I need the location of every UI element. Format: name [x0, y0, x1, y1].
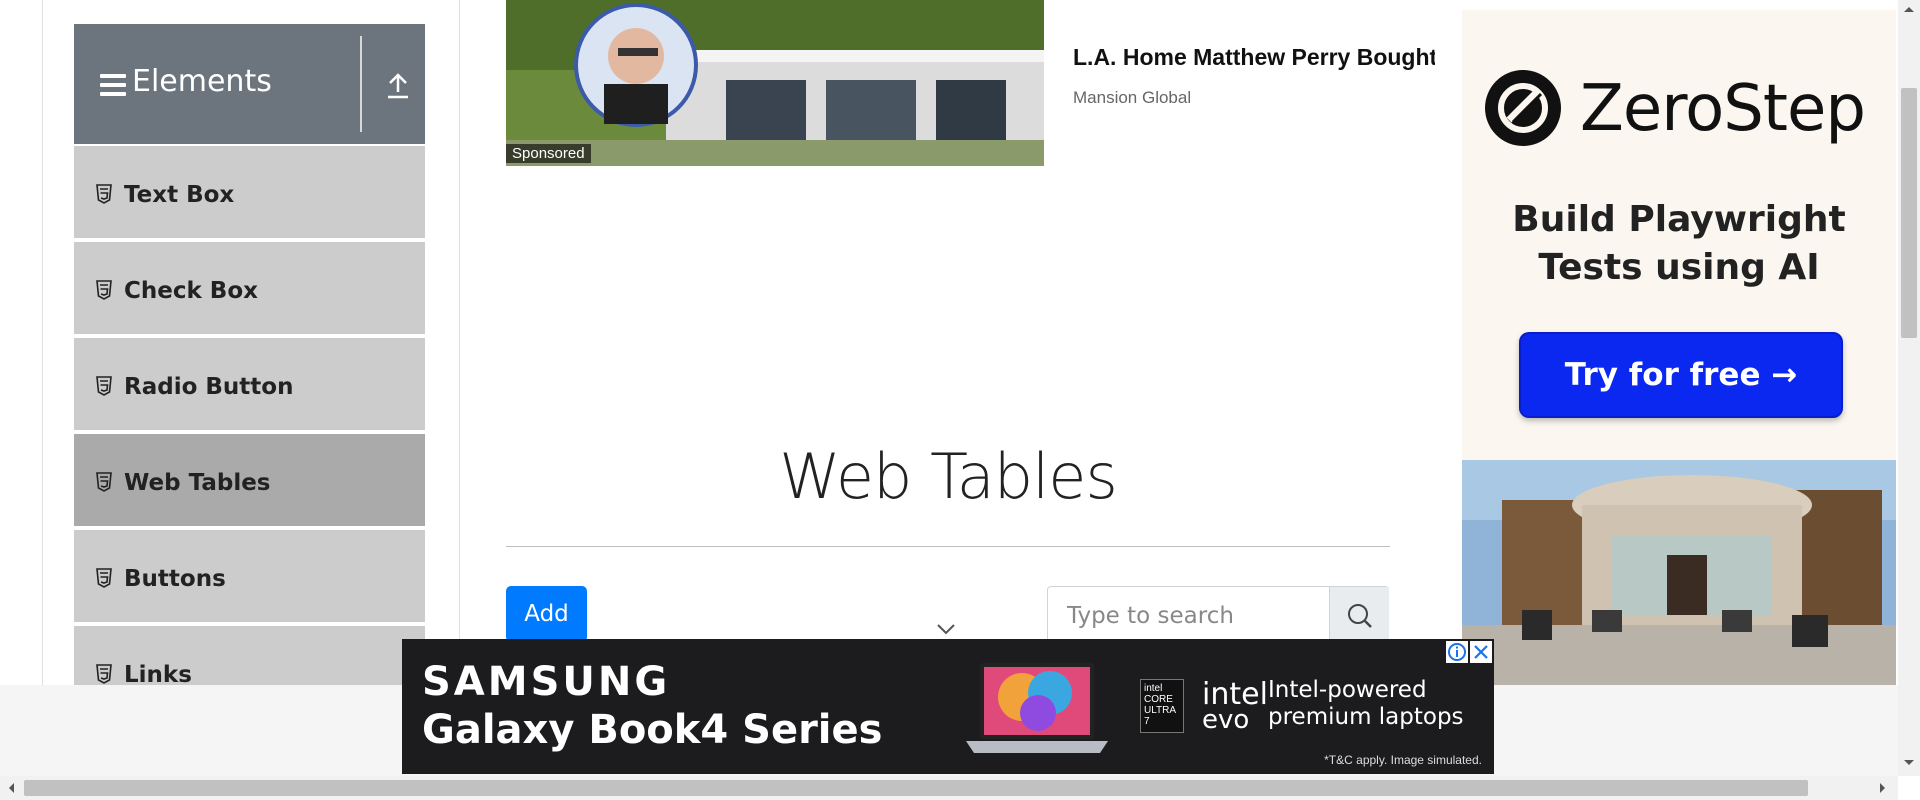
samsung-product: Galaxy Book4 Series: [422, 707, 883, 753]
zerostep-logo: [1485, 70, 1561, 146]
horizontal-scroll-thumb[interactable]: [24, 780, 1808, 796]
samsung-banner-ad[interactable]: SAMSUNG Galaxy Book4 Series intel CORE U…: [402, 639, 1494, 774]
ad-info-icon[interactable]: [1446, 641, 1468, 663]
sidebar-item-label: Buttons: [124, 566, 226, 592]
claim-line: premium laptops: [1268, 704, 1464, 730]
html5-icon: [96, 664, 112, 684]
tagline-line: Build Playwright: [1512, 199, 1846, 240]
upload-icon[interactable]: [385, 72, 411, 100]
elements-group-title: Elements: [132, 64, 272, 99]
sidebar-item-label: Text Box: [124, 182, 235, 208]
laptop-image: [966, 663, 1108, 753]
html5-icon: [96, 184, 112, 204]
page-title: Web Tables: [779, 440, 1118, 513]
ad-close-icon[interactable]: [1470, 641, 1492, 663]
intel-core-badge: intel CORE ULTRA 7: [1140, 679, 1184, 733]
html5-icon: [96, 472, 112, 492]
zerostep-brand: ZeroStep: [1580, 72, 1866, 146]
header-divider: [360, 36, 362, 132]
html5-icon: [96, 376, 112, 396]
ad-headline-link[interactable]: L.A. Home Matthew Perry Bought: [1073, 44, 1435, 71]
ad-disclaimer: *T&C apply. Image simulated.: [1324, 753, 1482, 767]
evo-wordmark: evo: [1202, 705, 1250, 735]
elements-group-header[interactable]: Elements: [74, 24, 425, 144]
vertical-scroll-thumb[interactable]: [1901, 88, 1917, 338]
tagline-line: Tests using AI: [1538, 247, 1820, 288]
sidebar-item-check-box[interactable]: Check Box: [74, 242, 425, 336]
sidebar-item-label: Check Box: [124, 278, 258, 304]
sidebar-item-label: Radio Button: [124, 374, 294, 400]
ad-source: Mansion Global: [1073, 88, 1192, 107]
page-viewport: Elements Text Box Check Box Radio Button…: [0, 0, 1898, 685]
try-for-free-button[interactable]: Try for free →: [1519, 332, 1843, 418]
scroll-down-icon[interactable]: [1902, 758, 1916, 768]
sponsored-label: Sponsored: [506, 144, 591, 163]
sidebar-item-radio-button[interactable]: Radio Button: [74, 338, 425, 432]
add-button[interactable]: Add: [506, 586, 587, 642]
chevron-down-icon[interactable]: [936, 622, 956, 636]
samsung-brand: SAMSUNG: [422, 659, 671, 705]
ad-image[interactable]: [506, 0, 1044, 166]
title-divider: [506, 546, 1390, 547]
sidebar-item-buttons[interactable]: Buttons: [74, 530, 425, 624]
html5-icon: [96, 568, 112, 588]
search-button[interactable]: [1329, 587, 1389, 645]
sidebar-item-text-box[interactable]: Text Box: [74, 146, 425, 240]
zerostep-tagline: Build Playwright Tests using AI: [1462, 196, 1896, 292]
sidebar-item-label: Web Tables: [124, 470, 271, 496]
search-box: [1047, 586, 1389, 646]
sidebar-item-links[interactable]: Links: [74, 626, 425, 685]
sidebar-item-label: Links: [124, 662, 192, 685]
scroll-up-icon[interactable]: [1902, 4, 1916, 14]
html5-icon: [96, 280, 112, 300]
scroll-right-icon[interactable]: [1878, 781, 1888, 795]
scroll-left-icon[interactable]: [6, 781, 16, 795]
search-icon: [1348, 604, 1372, 628]
house-ad-image[interactable]: [1462, 460, 1896, 685]
claim-line: Intel-powered: [1268, 677, 1427, 703]
intel-claim: Intel-powered premium laptops: [1268, 677, 1464, 731]
search-input[interactable]: [1048, 587, 1328, 645]
sidebar-item-web-tables[interactable]: Web Tables: [74, 434, 425, 528]
hamburger-icon: [100, 74, 126, 96]
